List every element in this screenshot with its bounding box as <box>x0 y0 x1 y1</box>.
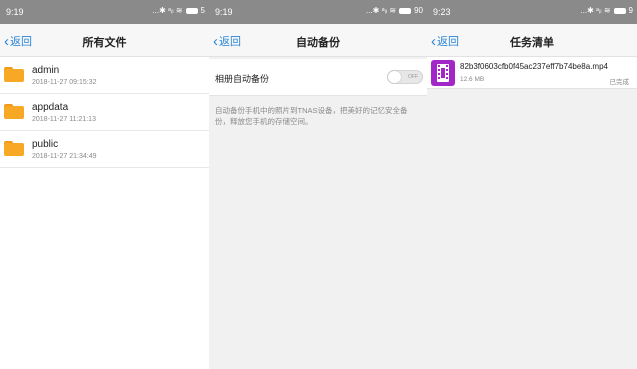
task-status: 已完成 <box>609 79 630 86</box>
battery-icon <box>613 7 626 14</box>
toggle-knob <box>388 71 401 83</box>
list-item-folder[interactable]: appdata 2018-11-27 11:21:13 <box>0 94 209 131</box>
status-icons: ...✱ ᵃᵢₗ ≋ 5 <box>152 6 205 15</box>
page-title: 自动备份 <box>296 37 340 49</box>
folder-date: 2018-11-27 21:34:49 <box>32 153 97 160</box>
screen-task-list: 9:23 ...✱ ᵃᵢₗ ≋ 9 ‹ 返回 任务清单 82b3f0603cfb… <box>427 0 637 369</box>
page-title: 所有文件 <box>82 37 127 49</box>
task-filesize: 12.6 MB <box>460 76 485 83</box>
nav-bar: ‹ 返回 自动备份 <box>209 24 427 57</box>
folder-name: public <box>32 139 59 150</box>
folder-icon <box>4 67 24 82</box>
page-title: 任务清单 <box>510 37 554 49</box>
task-item[interactable]: 82b3f0603cfb0f45ac237eff7b74be8a.mp4 12.… <box>427 57 637 89</box>
video-file-icon <box>431 60 455 86</box>
setting-label: 相册自动备份 <box>215 74 270 84</box>
status-bar: 9:19 ...✱ ᵃᵢₗ ≋ 90 <box>209 0 427 24</box>
status-bar: 9:23 ...✱ ᵃᵢₗ ≋ 9 <box>427 0 637 24</box>
setting-description: 自动备份手机中的照片到TNAS设备，把美好的记忆安全备份，释放您手机的存储空间。 <box>215 106 408 126</box>
status-time: 9:19 <box>6 7 24 17</box>
battery-level: 90 <box>414 6 423 15</box>
auto-backup-toggle[interactable]: OFF <box>387 70 423 84</box>
folder-icon <box>4 141 24 156</box>
folder-name: admin <box>32 65 60 76</box>
status-bar: 9:19 ...✱ ᵃᵢₗ ≋ 5 <box>0 0 209 24</box>
folder-icon <box>4 104 24 119</box>
nav-bar: ‹ 返回 任务清单 <box>427 24 637 57</box>
toggle-state-text: OFF <box>408 74 418 80</box>
status-time: 9:19 <box>215 7 233 17</box>
signal-icon: ...✱ ᵃᵢₗ ≋ <box>580 6 611 15</box>
battery-level: 5 <box>200 6 205 15</box>
screen-all-files: 9:19 ...✱ ᵃᵢₗ ≋ 5 ‹ 返回 所有文件 admin 2018-1… <box>0 0 209 369</box>
battery-icon <box>185 7 198 14</box>
auto-backup-setting: 相册自动备份 OFF <box>209 59 427 96</box>
battery-icon <box>399 7 412 14</box>
folder-name: appdata <box>32 102 69 113</box>
screen-auto-backup: 9:19 ...✱ ᵃᵢₗ ≋ 90 ‹ 返回 自动备份 相册自动备份 OFF … <box>209 0 427 369</box>
signal-icon: ...✱ ᵃᵢₗ ≋ <box>366 6 397 15</box>
folder-date: 2018-11-27 11:21:13 <box>32 116 96 123</box>
list-item-folder[interactable]: admin 2018-11-27 09:15:32 <box>0 57 209 94</box>
list-item-folder[interactable]: public 2018-11-27 21:34:49 <box>0 131 209 168</box>
status-time: 9:23 <box>433 7 451 17</box>
folder-date: 2018-11-27 09:15:32 <box>32 79 97 86</box>
nav-bar: ‹ 返回 所有文件 <box>0 24 209 57</box>
task-filename: 82b3f0603cfb0f45ac237eff7b74be8a.mp4 <box>460 62 608 71</box>
status-icons: ...✱ ᵃᵢₗ ≋ 9 <box>580 6 633 15</box>
battery-level: 9 <box>628 6 633 15</box>
status-icons: ...✱ ᵃᵢₗ ≋ 90 <box>366 6 423 15</box>
signal-icon: ...✱ ᵃᵢₗ ≋ <box>152 6 183 15</box>
